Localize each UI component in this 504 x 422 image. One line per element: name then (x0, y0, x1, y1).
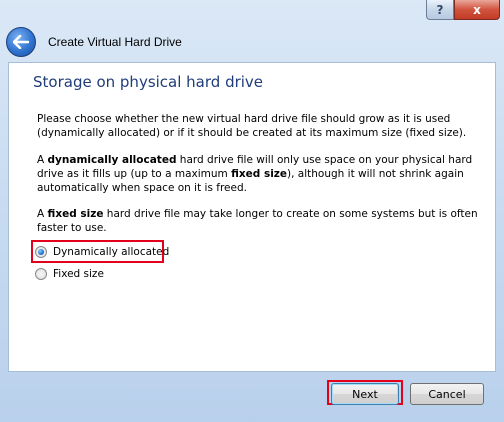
help-icon: ? (436, 2, 444, 17)
close-button[interactable]: x (454, 0, 500, 20)
radio-fixed-size[interactable]: Fixed size (35, 268, 104, 280)
radio-button-selected[interactable] (35, 246, 47, 258)
radio-button[interactable] (35, 268, 47, 280)
bold-term-dynamic: dynamically allocated (47, 154, 177, 166)
next-button[interactable]: Next (331, 383, 399, 405)
back-button[interactable] (6, 27, 36, 57)
text-fragment: hard drive file may take longer to creat… (37, 208, 478, 234)
window-controls: ? x (426, 0, 500, 20)
dynamic-description: A dynamically allocated hard drive file … (37, 153, 485, 195)
radio-label: Dynamically allocated (53, 246, 170, 258)
intro-paragraph: Please choose whether the new virtual ha… (37, 113, 467, 139)
wizard-page: Storage on physical hard drive Please ch… (8, 62, 496, 372)
window-title: Create Virtual Hard Drive (48, 35, 182, 49)
back-arrow-icon (13, 35, 29, 49)
wizard-header: Create Virtual Hard Drive (0, 22, 504, 62)
bold-term-fixed: fixed size (47, 208, 104, 220)
dialog-window: ? x Create Virtual Hard Drive Storage on… (0, 0, 504, 422)
text-fragment: A (37, 208, 48, 220)
help-button[interactable]: ? (426, 0, 454, 20)
page-title: Storage on physical hard drive (33, 73, 264, 91)
close-icon: x (473, 2, 481, 17)
bold-term-fixed: fixed size (231, 168, 288, 180)
radio-dynamically-allocated[interactable]: Dynamically allocated (35, 246, 169, 258)
radio-label: Fixed size (53, 268, 104, 280)
radio-dot (38, 249, 44, 255)
button-bar: Next Cancel (0, 372, 504, 422)
text-fragment: A (37, 154, 48, 166)
fixed-description: A fixed size hard drive file may take lo… (37, 207, 485, 235)
cancel-button[interactable]: Cancel (410, 383, 484, 405)
